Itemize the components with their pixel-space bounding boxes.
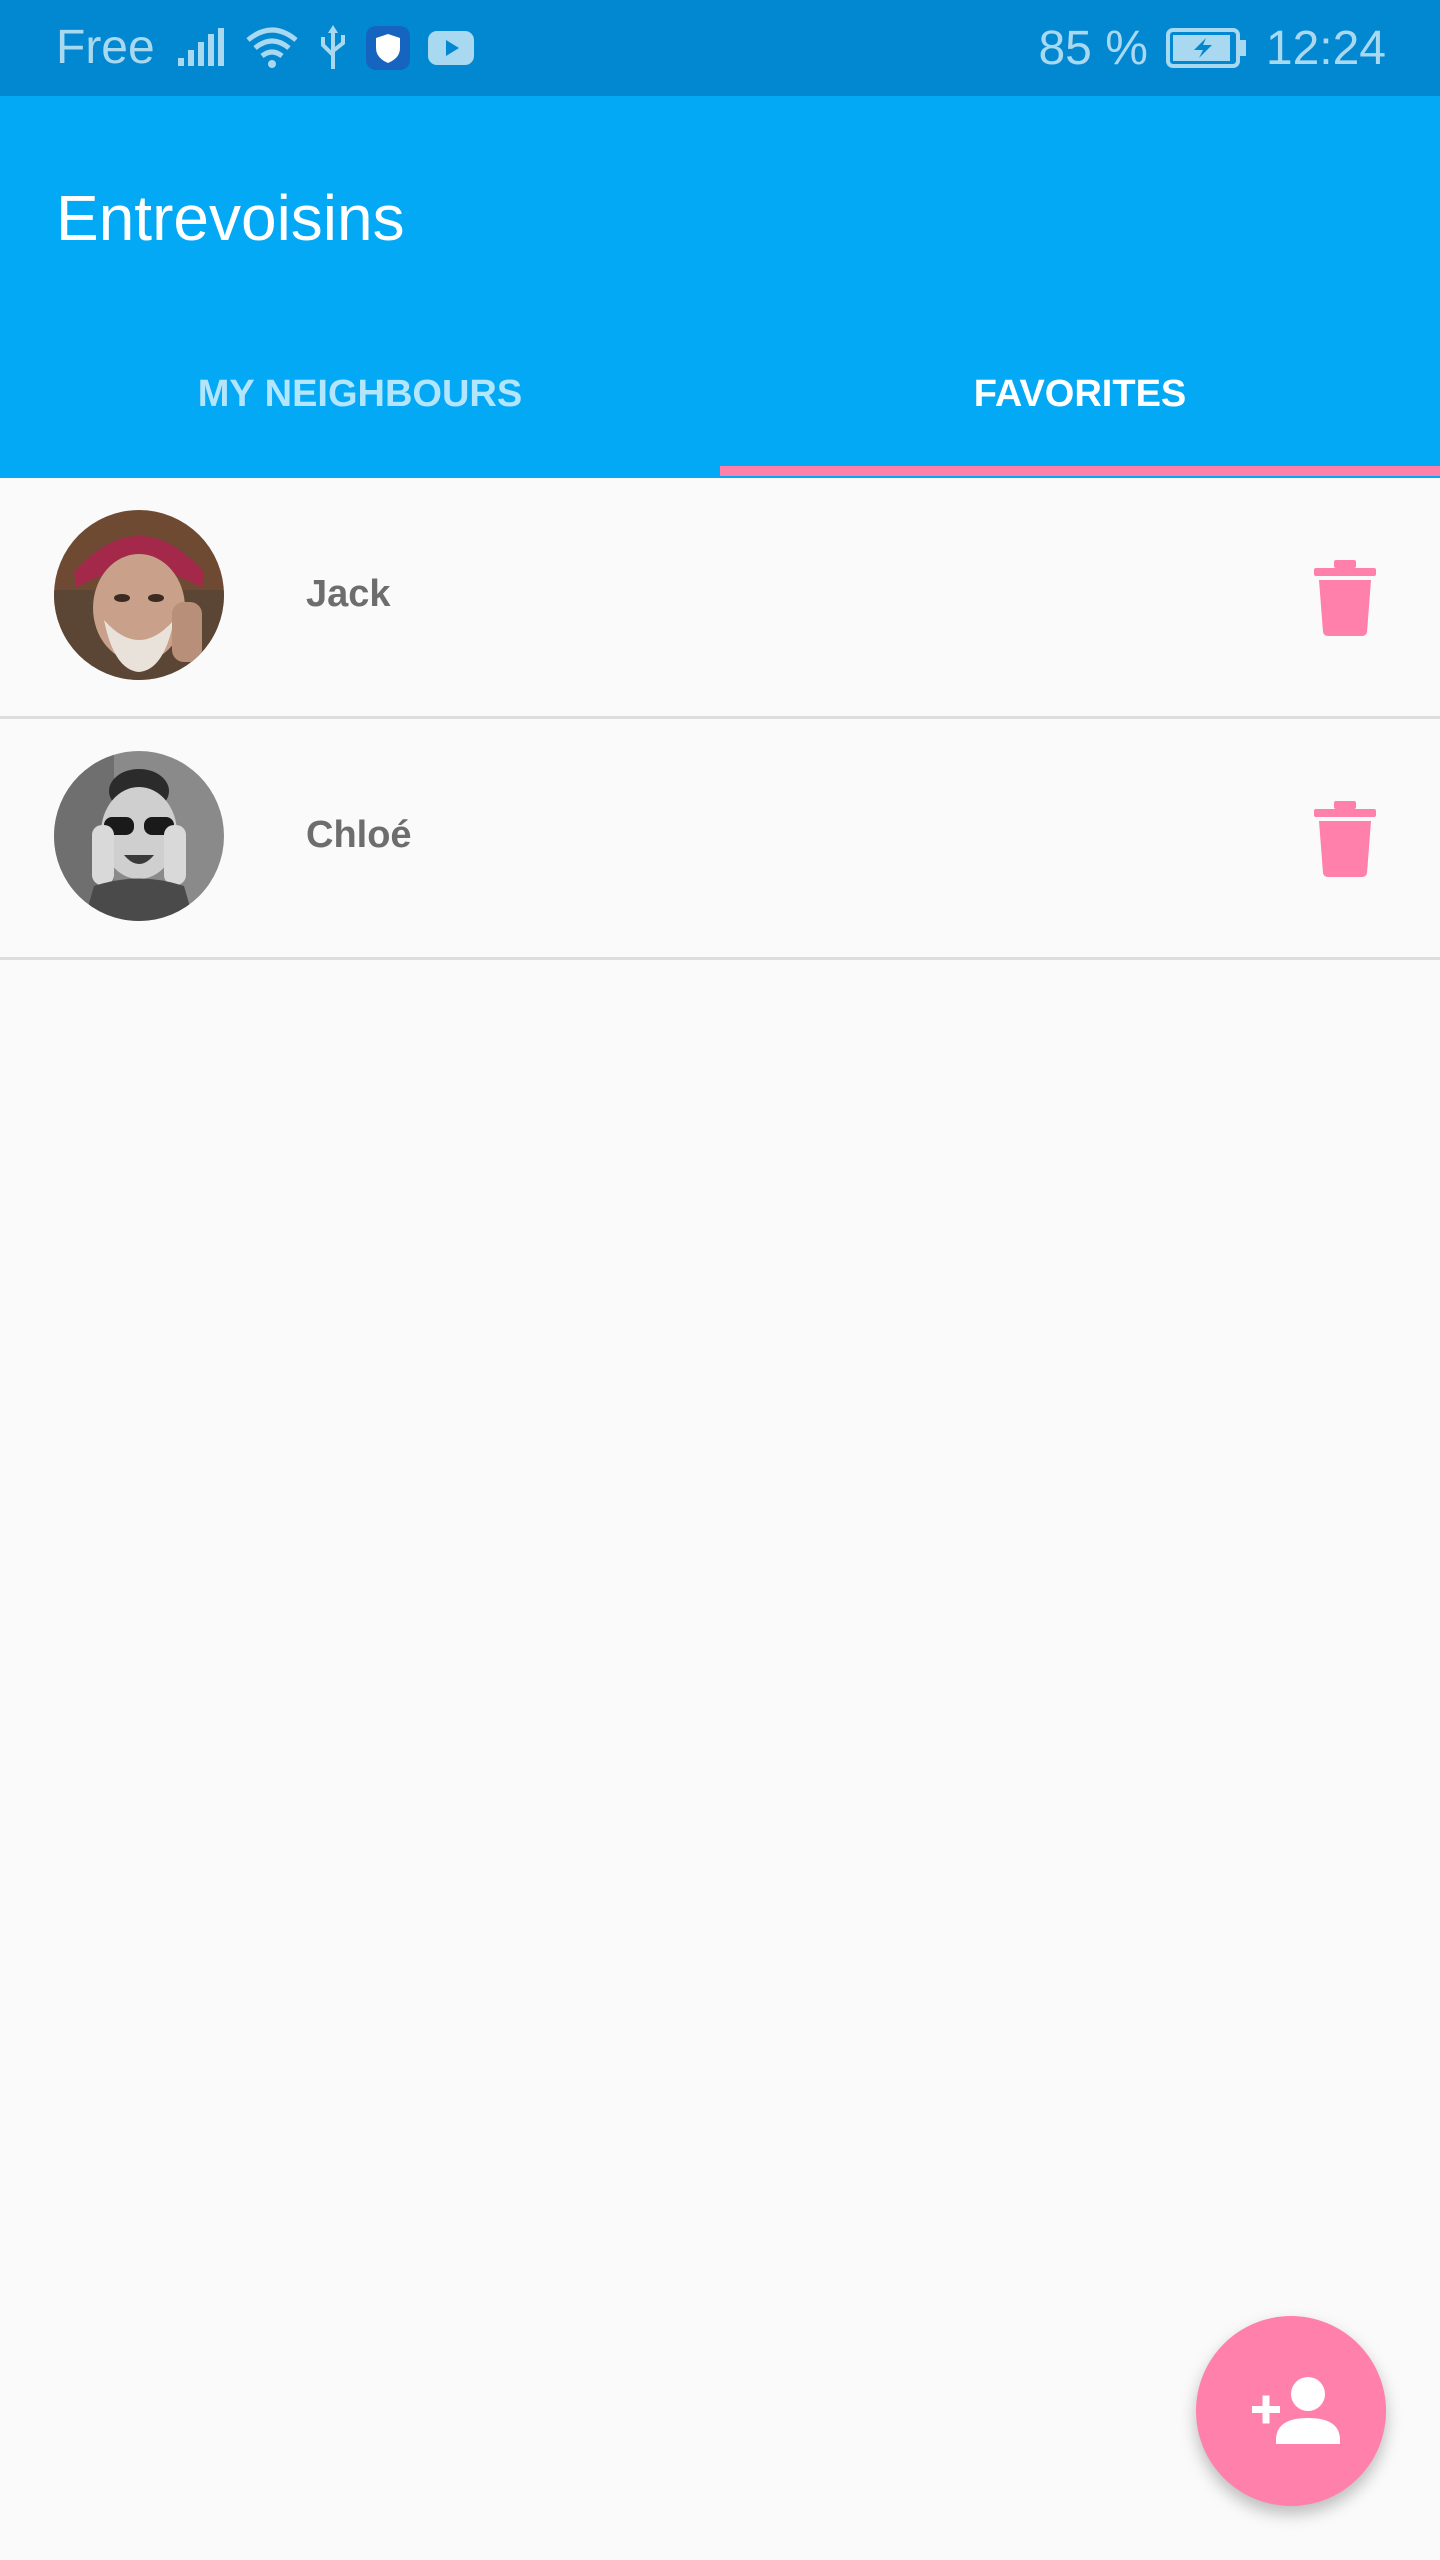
clock: 12:24 bbox=[1265, 21, 1386, 75]
shield-icon bbox=[366, 26, 410, 70]
status-icons bbox=[176, 20, 474, 76]
person-add-icon bbox=[1252, 2377, 1340, 2444]
list-item[interactable]: Jack bbox=[0, 478, 1440, 719]
carrier-label: Free bbox=[56, 21, 155, 74]
status-bar: Free 85 % 12:24 bbox=[0, 0, 1440, 96]
battery-percentage: 85 % bbox=[1038, 21, 1148, 75]
signal-icon bbox=[178, 28, 224, 66]
status-right: 85 % 12:24 bbox=[1038, 20, 1386, 76]
avatar bbox=[54, 510, 224, 680]
app-bar: Entrevoisins MY NEIGHBOURS FAVORITES bbox=[0, 96, 1440, 478]
tab-favorites[interactable]: FAVORITES bbox=[720, 366, 1440, 478]
battery-charging-icon bbox=[1165, 28, 1246, 68]
tab-indicator bbox=[720, 466, 1440, 476]
usb-icon bbox=[321, 25, 345, 69]
app-title: Entrevoisins bbox=[56, 182, 405, 254]
delete-icon[interactable] bbox=[1310, 558, 1380, 638]
neighbour-name: Chloé bbox=[306, 814, 412, 856]
wifi-icon bbox=[246, 27, 298, 68]
tab-my-neighbours[interactable]: MY NEIGHBOURS bbox=[0, 366, 720, 478]
delete-icon[interactable] bbox=[1310, 799, 1380, 879]
neighbour-name: Jack bbox=[306, 573, 391, 615]
list-item[interactable]: Chloé bbox=[0, 719, 1440, 960]
avatar bbox=[54, 751, 224, 921]
youtube-icon bbox=[428, 31, 474, 65]
add-neighbour-button[interactable] bbox=[1196, 2316, 1386, 2506]
